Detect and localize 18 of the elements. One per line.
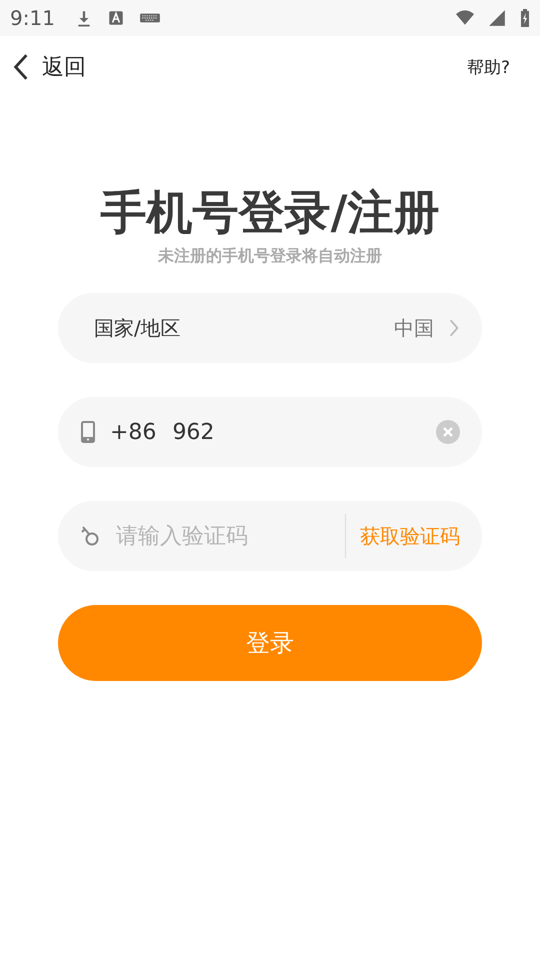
key-icon [80,525,100,547]
wifi-icon [456,9,474,27]
clock-time: 9:11 [10,6,55,30]
region-selector[interactable]: 国家/地区 中国 [58,293,482,363]
country-code: +86 [110,420,156,444]
back-button[interactable]: 返回 [12,52,86,82]
chevron-right-icon [448,318,460,338]
battery-icon [520,9,530,27]
code-field[interactable]: 请输入验证码 [114,522,318,550]
keyboard-icon [138,11,161,25]
keyboard-letter-icon [106,9,125,27]
subtitle: 未注册的手机号登录将自动注册 [156,246,383,267]
signal-icon [488,9,506,27]
phone-field[interactable]: +86 962 [58,397,482,467]
page-title: 手机号登录/注册 [100,184,440,241]
help-link[interactable]: 帮助? [466,56,510,78]
clear-icon[interactable] [436,420,460,444]
phone-icon [80,421,96,443]
